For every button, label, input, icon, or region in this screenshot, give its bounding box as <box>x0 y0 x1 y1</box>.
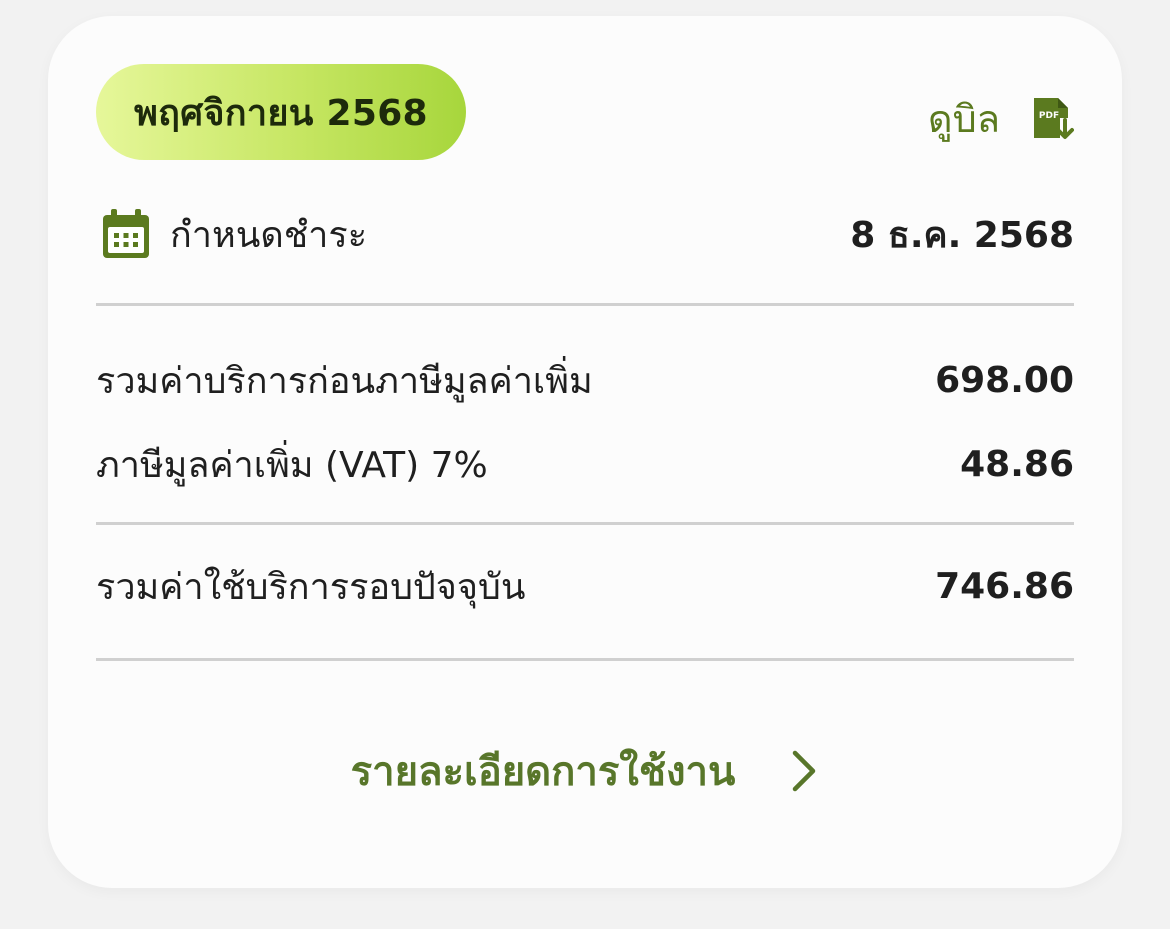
due-date-label: กำหนดชำระ <box>170 214 368 256</box>
calendar-icon <box>103 209 149 258</box>
pdf-download-icon: PDF <box>1034 97 1074 139</box>
billing-month-badge: พฤศจิกายน 2568 <box>96 64 466 160</box>
vat-value: 48.86 <box>960 443 1074 485</box>
billing-month-label: พฤศจิกายน 2568 <box>134 92 428 134</box>
total-label: รวมค่าใช้บริการรอบปัจจุบัน <box>96 566 526 608</box>
total-value: 746.86 <box>935 565 1074 607</box>
divider <box>96 522 1074 525</box>
bill-summary-card: พฤศจิกายน 2568 ดูบิล PDF กำหนดชำระ 8 ธ.ค… <box>48 16 1122 888</box>
view-bill-label: ดูบิล <box>927 97 1000 141</box>
view-bill-button[interactable]: ดูบิล PDF <box>928 88 1074 149</box>
divider <box>96 303 1074 306</box>
chevron-right-icon <box>793 750 816 792</box>
vat-row: ภาษีมูลค่าเพิ่ม (VAT) 7% 48.86 <box>96 436 1074 492</box>
total-row: รวมค่าใช้บริการรอบปัจจุบัน 746.86 <box>96 558 1074 614</box>
usage-details-label: รายละเอียดการใช้งาน <box>350 749 736 795</box>
subtotal-row: รวมค่าบริการก่อนภาษีมูลค่าเพิ่ม 698.00 <box>96 352 1074 408</box>
due-date-value: 8 ธ.ค. 2568 <box>850 214 1074 256</box>
divider <box>96 658 1074 661</box>
due-date-row: กำหนดชำระ 8 ธ.ค. 2568 <box>100 204 1074 264</box>
subtotal-label: รวมค่าบริการก่อนภาษีมูลค่าเพิ่ม <box>96 360 593 402</box>
pdf-icon-label: PDF <box>1039 111 1059 121</box>
usage-details-link[interactable]: รายละเอียดการใช้งาน <box>48 738 1122 804</box>
vat-label: ภาษีมูลค่าเพิ่ม (VAT) 7% <box>96 444 488 486</box>
subtotal-value: 698.00 <box>935 359 1074 401</box>
